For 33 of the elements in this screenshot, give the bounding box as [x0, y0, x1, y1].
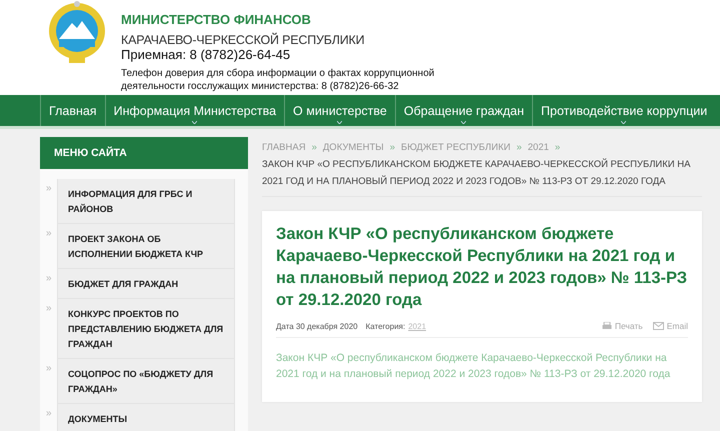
- ministry-name: МИНИСТЕРСТВО ФИНАНСОВ: [121, 12, 312, 27]
- sidebar-title: МЕНЮ САЙТА: [40, 137, 248, 169]
- chevron-icon: »: [390, 142, 395, 153]
- nav-link[interactable]: Обращение граждан: [394, 95, 532, 126]
- category-label: Категория:: [366, 322, 406, 330]
- article-date: Дата 30 декабря 2020: [276, 322, 358, 330]
- menu-link[interactable]: ДОКУМЕНТЫ: [57, 404, 235, 431]
- menu-link[interactable]: ИНФОРМАЦИЯ ДЛЯ ГРБС И РАЙОНОВ: [57, 179, 235, 224]
- menu-link[interactable]: БЮДЖЕТ ДЛЯ ГРАЖДАН: [57, 269, 235, 299]
- nav-link[interactable]: Главная: [40, 95, 105, 126]
- envelope-icon: [652, 322, 664, 330]
- article-body: Закон КЧР «О республиканском бюджете Карачаево-Черкесской Республики на 2021 год и на плановый период 2022 и 2023 годов» № 113-РЗ от 29.12.2020 года: [276, 351, 672, 382]
- bullet-icon: »: [46, 179, 54, 194]
- hotline-text: Телефон доверия для сбора информации о фактах коррупционной деятельности госслужащих министерства: 8 (8782)26-66-32: [121, 67, 436, 93]
- chevron-icon: »: [554, 142, 560, 153]
- menu-link[interactable]: ПРОЕКТ ЗАКОНА ОБ ИСПОЛНЕНИИ БЮДЖЕТА КЧР: [57, 224, 235, 269]
- chevron-icon: »: [312, 142, 317, 153]
- menu-link[interactable]: КОНКУРС ПРОЕКТОВ ПО ПРЕДСТАВЛЕНИЮ БЮДЖЕТА ДЛЯ ГРАЖДАН: [57, 299, 235, 359]
- bullet-icon: »: [46, 359, 54, 374]
- bullet-icon: »: [46, 404, 54, 419]
- menu-link[interactable]: СОЦОПРОС ПО «БЮДЖЕТУ ДЛЯ ГРАЖДАН»: [57, 359, 235, 404]
- breadcrumb-current: ЗАКОН КЧР «О РЕСПУБЛИКАНСКОМ БЮДЖЕТЕ КАРАЧАЕВО-ЧЕРКЕССКОЙ РЕСПУБЛИКИ НА 2021 ГОД И НА ПЛАНОВЫЙ ПЕРИОД 2022 И 2023 ГОДОВ» № 113-РЗ ОТ 29.12.2020 ГОДА: [262, 157, 692, 189]
- article-title: Закон КЧР «О республиканском бюджете Карачаево-Черкесской Республики на 2021 год и на плановый период 2022 и 2023 годов» № 113-РЗ от 29.12.2020 года: [276, 224, 688, 311]
- bullet-icon: »: [46, 224, 54, 239]
- nav-link[interactable]: О министерстве: [284, 95, 395, 126]
- printer-icon: [602, 322, 612, 330]
- chevron-icon: »: [516, 142, 522, 153]
- bullet-icon: »: [46, 299, 54, 314]
- reception-phone: Приемная: 8 (8782)26-64-45: [121, 47, 292, 62]
- nav-link[interactable]: Информация Министерства: [104, 95, 284, 126]
- nav-link[interactable]: Противодействие коррупции: [532, 95, 716, 126]
- bullet-icon: »: [46, 269, 54, 284]
- region-name: КАРАЧАЕВО-ЧЕРКЕССКОЙ РЕСПУБЛИКИ: [121, 33, 366, 47]
